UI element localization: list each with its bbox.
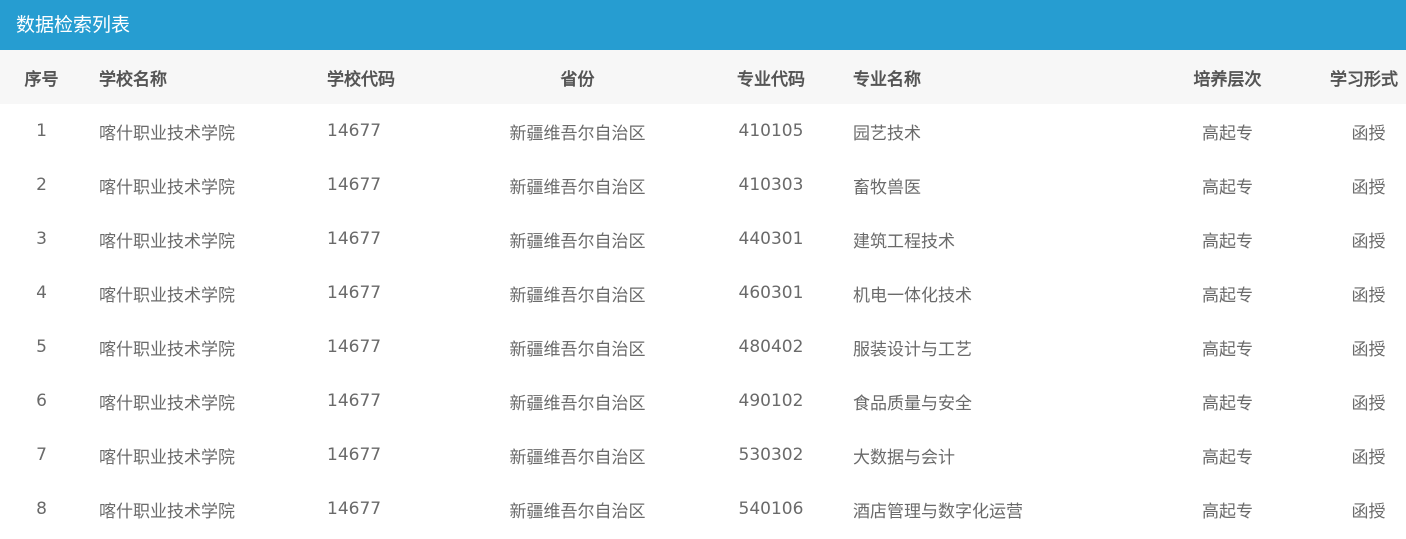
cell-school-name: 喀什职业技术学院 [99,339,235,360]
cell-school-code: 14677 [327,391,382,411]
cell-major-code: 480402 [738,337,804,357]
cell-school-name: 喀什职业技术学院 [99,231,235,252]
cell-level: 高起专 [1202,393,1253,414]
cell-study-form: 函授 [1351,285,1386,306]
cell-study-form: 函授 [1351,231,1386,252]
cell-level: 高起专 [1202,123,1253,144]
cell-school-name: 喀什职业技术学院 [99,393,235,414]
cell-major-code: 410303 [738,175,804,195]
cell-school-code: 14677 [327,445,382,465]
table-row[interactable]: 8 喀什职业技术学院 14677 新疆维吾尔自治区 540106 酒店管理与数字… [0,482,1406,536]
table-header-row: 序号 学校名称 学校代码 省份 专业代码 专业名称 培养层次 学习形式 [0,50,1406,104]
table-row[interactable]: 4 喀什职业技术学院 14677 新疆维吾尔自治区 460301 机电一体化技术… [0,266,1406,320]
column-header-major-name[interactable]: 专业名称 [849,50,1148,104]
column-header-index[interactable]: 序号 [0,50,83,104]
cell-province: 新疆维吾尔自治区 [509,285,646,306]
cell-major-code: 490102 [738,391,804,411]
cell-province: 新疆维吾尔自治区 [509,447,646,468]
cell-index: 1 [36,121,47,141]
cell-province: 新疆维吾尔自治区 [509,231,646,252]
table-row[interactable]: 7 喀什职业技术学院 14677 新疆维吾尔自治区 530302 大数据与会计 … [0,428,1406,482]
cell-study-form: 函授 [1351,123,1386,144]
column-header-study-form[interactable]: 学习形式 [1307,50,1406,104]
cell-major-name: 食品质量与安全 [853,393,972,414]
cell-school-code: 14677 [327,499,382,519]
cell-index: 6 [36,391,47,411]
cell-school-code: 14677 [327,175,382,195]
cell-level: 高起专 [1202,339,1253,360]
cell-level: 高起专 [1202,231,1253,252]
table-row[interactable]: 5 喀什职业技术学院 14677 新疆维吾尔自治区 480402 服装设计与工艺… [0,320,1406,374]
cell-index: 8 [36,499,47,519]
cell-school-code: 14677 [327,121,382,141]
cell-major-code: 440301 [738,229,804,249]
cell-index: 3 [36,229,47,249]
cell-school-code: 14677 [327,337,382,357]
cell-province: 新疆维吾尔自治区 [509,177,646,198]
cell-index: 2 [36,175,47,195]
cell-study-form: 函授 [1351,177,1386,198]
panel-title: 数据检索列表 [0,0,1406,50]
cell-study-form: 函授 [1351,393,1386,414]
cell-index: 7 [36,445,47,465]
cell-school-name: 喀什职业技术学院 [99,285,235,306]
cell-major-code: 410105 [738,121,804,141]
table-row[interactable]: 3 喀什职业技术学院 14677 新疆维吾尔自治区 440301 建筑工程技术 … [0,212,1406,266]
data-search-panel: 数据检索列表 序号 学校名称 学校代码 省份 专业代码 专业名称 培养层次 学习… [0,0,1406,539]
column-header-level[interactable]: 培养层次 [1148,50,1307,104]
cell-school-name: 喀什职业技术学院 [99,177,235,198]
cell-level: 高起专 [1202,285,1253,306]
cell-major-name: 机电一体化技术 [853,285,972,306]
cell-school-code: 14677 [327,283,382,303]
cell-school-name: 喀什职业技术学院 [99,123,235,144]
cell-school-code: 14677 [327,229,382,249]
cell-study-form: 函授 [1351,339,1386,360]
cell-study-form: 函授 [1351,501,1386,522]
cell-major-code: 460301 [738,283,804,303]
cell-major-name: 建筑工程技术 [853,231,955,252]
cell-major-name: 园艺技术 [853,123,921,144]
column-header-major-code[interactable]: 专业代码 [693,50,849,104]
cell-province: 新疆维吾尔自治区 [509,501,646,522]
cell-index: 4 [36,283,47,303]
cell-major-code: 530302 [738,445,804,465]
cell-index: 5 [36,337,47,357]
cell-major-name: 服装设计与工艺 [853,339,972,360]
cell-province: 新疆维吾尔自治区 [509,123,646,144]
column-header-school-name[interactable]: 学校名称 [83,50,327,104]
cell-school-name: 喀什职业技术学院 [99,447,235,468]
cell-province: 新疆维吾尔自治区 [509,339,646,360]
cell-level: 高起专 [1202,501,1253,522]
cell-major-name: 酒店管理与数字化运营 [853,501,1023,522]
table-row[interactable]: 1 喀什职业技术学院 14677 新疆维吾尔自治区 410105 园艺技术 高起… [0,104,1406,158]
table-row[interactable]: 6 喀什职业技术学院 14677 新疆维吾尔自治区 490102 食品质量与安全… [0,374,1406,428]
column-header-province[interactable]: 省份 [462,50,693,104]
cell-study-form: 函授 [1351,447,1386,468]
cell-major-name: 畜牧兽医 [853,177,921,198]
table-row[interactable]: 2 喀什职业技术学院 14677 新疆维吾尔自治区 410303 畜牧兽医 高起… [0,158,1406,212]
cell-major-name: 大数据与会计 [853,447,955,468]
column-header-school-code[interactable]: 学校代码 [327,50,462,104]
cell-major-code: 540106 [738,499,804,519]
cell-school-name: 喀什职业技术学院 [99,501,235,522]
results-table: 序号 学校名称 学校代码 省份 专业代码 专业名称 培养层次 学习形式 1 喀什… [0,50,1406,536]
cell-level: 高起专 [1202,177,1253,198]
cell-province: 新疆维吾尔自治区 [509,393,646,414]
cell-level: 高起专 [1202,447,1253,468]
